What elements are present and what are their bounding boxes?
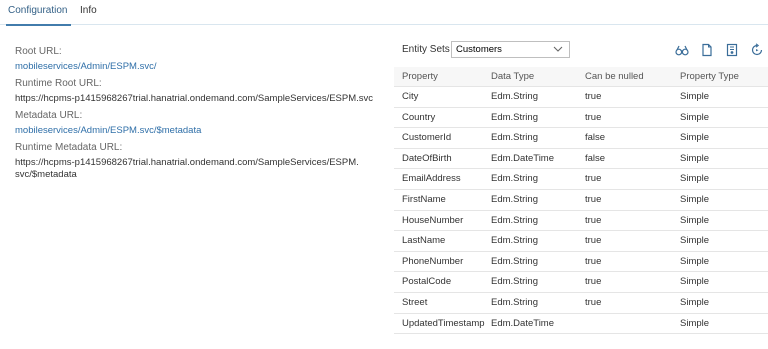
- table-row[interactable]: UpdatedTimestamp Edm.DateTime Simple: [394, 313, 768, 335]
- entity-sets-select[interactable]: Customers: [451, 41, 570, 58]
- chevron-down-icon: [553, 42, 563, 57]
- cell-property-type: Simple: [680, 111, 710, 123]
- cell-data-type: Edm.String: [491, 276, 538, 288]
- tab-bar: Configuration Info: [0, 0, 768, 26]
- cell-data-type: Edm.String: [491, 132, 538, 144]
- runtime-metadata-url-group: Runtime Metadata URL: https://hcpms-p141…: [15, 142, 375, 181]
- cell-can-be-nulled: false: [585, 132, 606, 144]
- runtime-root-url-group: Runtime Root URL: https://hcpms-p1415968…: [15, 78, 375, 105]
- cell-property-type: Simple: [680, 152, 710, 164]
- column-header-property[interactable]: Property: [402, 67, 438, 87]
- table-row[interactable]: PostalCode Edm.String true Simple: [394, 272, 768, 293]
- cell-can-be-nulled: true: [585, 276, 602, 288]
- metadata-url-label: Metadata URL:: [15, 110, 83, 121]
- cell-data-type: Edm.DateTime: [491, 317, 554, 329]
- table-row[interactable]: City Edm.String true Simple: [394, 87, 768, 108]
- configuration-details: Root URL: mobileservices/Admin/ESPM.svc/…: [15, 46, 375, 186]
- root-url-group: Root URL: mobileservices/Admin/ESPM.svc/: [15, 46, 375, 73]
- metadata-url-group: Metadata URL: mobileservices/Admin/ESPM.…: [15, 110, 375, 137]
- table-row[interactable]: DateOfBirth Edm.DateTime false Simple: [394, 148, 768, 170]
- cell-can-be-nulled: true: [585, 111, 602, 123]
- cell-property: City: [402, 91, 419, 102]
- runtime-root-url-label: Runtime Root URL:: [15, 78, 102, 89]
- cell-property-type: Simple: [680, 255, 710, 267]
- cell-data-type: Edm.String: [491, 193, 538, 205]
- entity-toolbar: Entity Sets Customers: [394, 40, 768, 60]
- document-icon[interactable]: [700, 43, 714, 57]
- cell-property: PhoneNumber: [402, 255, 464, 267]
- cell-property: Country: [402, 111, 436, 123]
- entity-sets-label: Entity Sets: [402, 44, 450, 55]
- cell-data-type: Edm.String: [491, 173, 538, 185]
- cell-property: DateOfBirth: [402, 152, 452, 164]
- cell-property: CustomerId: [402, 132, 452, 144]
- cell-data-type: Edm.String: [491, 235, 538, 247]
- cell-property-type: Simple: [680, 235, 710, 247]
- tab-configuration[interactable]: Configuration: [6, 0, 72, 26]
- cell-data-type: Edm.String: [491, 91, 538, 102]
- table-row[interactable]: LastName Edm.String true Simple: [394, 231, 768, 252]
- cell-property: LastName: [402, 235, 446, 247]
- cell-can-be-nulled: true: [585, 235, 602, 247]
- table-row[interactable]: Street Edm.String true Simple: [394, 292, 768, 314]
- cell-property: EmailAddress: [402, 173, 461, 185]
- cell-can-be-nulled: true: [585, 91, 602, 102]
- tab-info-label: Info: [80, 5, 97, 16]
- table-row[interactable]: Country Edm.String true Simple: [394, 107, 768, 129]
- tab-configuration-label: Configuration: [8, 5, 68, 16]
- cell-property: FirstName: [402, 193, 446, 205]
- cell-can-be-nulled: true: [585, 214, 602, 226]
- cell-can-be-nulled: true: [585, 173, 602, 185]
- root-url-label: Root URL:: [15, 46, 62, 57]
- cell-data-type: Edm.String: [491, 296, 538, 308]
- table-row[interactable]: CustomerId Edm.String false Simple: [394, 128, 768, 149]
- binoculars-icon[interactable]: [675, 43, 689, 57]
- column-header-can-be-nulled[interactable]: Can be nulled: [585, 67, 644, 87]
- root-url-link[interactable]: mobileservices/Admin/ESPM.svc/: [15, 61, 375, 73]
- cell-can-be-nulled: true: [585, 193, 602, 205]
- bookmark-icon[interactable]: [725, 43, 739, 57]
- cell-property-type: Simple: [680, 91, 710, 102]
- refresh-icon[interactable]: [750, 43, 764, 57]
- cell-can-be-nulled: true: [585, 296, 602, 308]
- entity-sets-selected-value: Customers: [456, 44, 502, 55]
- column-header-property-type[interactable]: Property Type: [680, 67, 739, 87]
- cell-property-type: Simple: [680, 193, 710, 205]
- table-header: Property Data Type Can be nulled Propert…: [394, 67, 768, 87]
- tab-selected-indicator: [6, 24, 72, 26]
- cell-property: PostalCode: [402, 276, 452, 288]
- cell-can-be-nulled: true: [585, 255, 602, 267]
- table-body: City Edm.String true Simple Country Edm.Strin…: [394, 87, 768, 335]
- runtime-root-url-value: https://hcpms-p1415968267trial.hanatrial…: [15, 93, 374, 104]
- runtime-metadata-url-value: https://hcpms-p1415968267trial.hanatrial…: [15, 157, 359, 180]
- cell-data-type: Edm.DateTime: [491, 152, 554, 164]
- cell-data-type: Edm.String: [491, 214, 538, 226]
- metadata-url-link[interactable]: mobileservices/Admin/ESPM.svc/$metadata: [15, 125, 375, 137]
- cell-can-be-nulled: false: [585, 152, 606, 164]
- cell-data-type: Edm.String: [491, 255, 538, 267]
- cell-property-type: Simple: [680, 296, 710, 308]
- cell-property-type: Simple: [680, 276, 710, 288]
- cell-property-type: Simple: [680, 173, 710, 185]
- tab-info[interactable]: Info: [80, 0, 97, 25]
- cell-property: HouseNumber: [402, 214, 464, 226]
- cell-property: Street: [402, 296, 428, 308]
- cell-property: UpdatedTimestamp: [402, 317, 485, 329]
- table-row[interactable]: EmailAddress Edm.String true Simple: [394, 169, 768, 190]
- table-row[interactable]: FirstName Edm.String true Simple: [394, 189, 768, 211]
- cell-property-type: Simple: [680, 214, 710, 226]
- cell-property-type: Simple: [680, 132, 710, 144]
- cell-data-type: Edm.String: [491, 111, 538, 123]
- table-row[interactable]: HouseNumber Edm.String true Simple: [394, 210, 768, 232]
- properties-table: Property Data Type Can be nulled Propert…: [394, 67, 768, 335]
- cell-property-type: Simple: [680, 317, 710, 329]
- runtime-metadata-url-label: Runtime Metadata URL:: [15, 142, 123, 153]
- column-header-data-type[interactable]: Data Type: [491, 67, 534, 87]
- table-row[interactable]: PhoneNumber Edm.String true Simple: [394, 251, 768, 273]
